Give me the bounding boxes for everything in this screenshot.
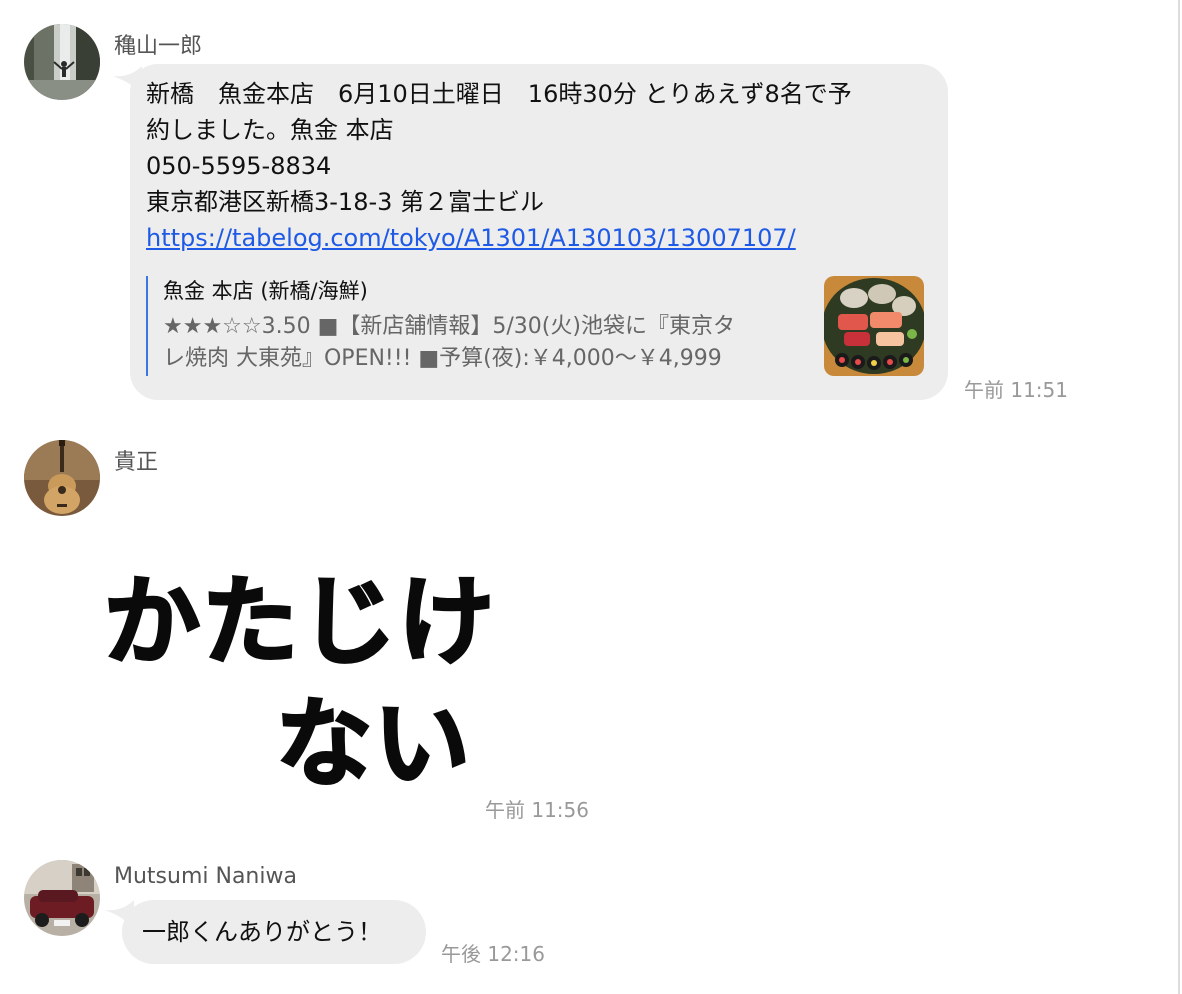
preview-title[interactable]: 魚金 本店 (新橋/海鮮)	[163, 275, 368, 305]
window-edge	[1178, 0, 1180, 994]
message-timestamp: 午前 11:56	[485, 798, 589, 822]
sender-name: 貴正	[114, 450, 159, 475]
sender-name: 穐山一郎	[114, 34, 203, 59]
sushi-thumbnail-icon	[824, 276, 924, 376]
avatar-guitar-icon	[24, 440, 100, 516]
message-line: 050-5595-8834	[146, 152, 332, 180]
message-line: 東京都港区新橋3-18-3 第２富士ビル	[146, 188, 545, 216]
message-timestamp: 午前 11:51	[964, 378, 1068, 402]
message-timestamp: 午後 12:16	[441, 942, 545, 966]
message-line: 約しました。魚金 本店	[146, 116, 394, 144]
avatar-waterfall-icon	[24, 24, 100, 100]
avatar-ichiro[interactable]	[24, 24, 100, 100]
preview-accent-bar	[146, 276, 148, 376]
preview-description: ★★★☆☆3.50 ■【新店舗情報】5/30(火)池袋に『東京タ	[163, 314, 735, 339]
avatar-car-icon	[24, 860, 100, 936]
message-text: 一郎くんありがとう！	[142, 918, 382, 946]
avatar-mutsumi[interactable]	[24, 860, 100, 936]
sender-name: Mutsumi Naniwa	[114, 864, 297, 889]
preview-description: レ焼肉 大東苑』OPEN!!! ■予算(夜):￥4,000～￥4,999	[163, 346, 722, 371]
sticker-line[interactable]: かたじけ	[103, 544, 496, 683]
message-line: 新橋 魚金本店 6月10日土曜日 16時30分 とりあえず8名で予	[146, 80, 852, 108]
sticker-line[interactable]: ない	[275, 666, 472, 805]
preview-thumbnail[interactable]	[824, 276, 924, 376]
avatar-takamasa[interactable]	[24, 440, 100, 516]
restaurant-link[interactable]: https://tabelog.com/tokyo/A1301/A130103/…	[146, 220, 796, 256]
